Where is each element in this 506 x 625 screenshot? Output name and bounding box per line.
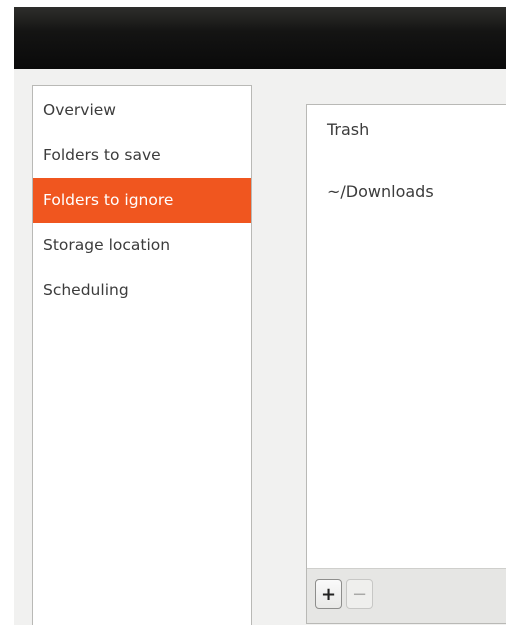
sidebar-item-overview[interactable]: Overview: [33, 88, 251, 133]
sidebar: Overview Folders to save Folders to igno…: [32, 85, 252, 625]
ignore-folder-list: Trash ~/Downloads: [307, 105, 506, 242]
list-item[interactable]: Trash: [307, 118, 506, 180]
list-item[interactable]: ~/Downloads: [307, 180, 506, 242]
sidebar-item-folders-to-ignore[interactable]: Folders to ignore: [33, 178, 251, 223]
title-bar[interactable]: [14, 7, 506, 69]
sidebar-list: Overview Folders to save Folders to igno…: [33, 86, 251, 313]
plus-icon: +: [320, 583, 337, 605]
remove-folder-button[interactable]: −: [346, 579, 373, 609]
add-folder-button[interactable]: +: [315, 579, 342, 609]
minus-icon: −: [351, 583, 368, 605]
preferences-window: Overview Folders to save Folders to igno…: [14, 7, 506, 625]
ignore-folder-panel: Trash ~/Downloads + −: [306, 104, 506, 624]
sidebar-item-scheduling[interactable]: Scheduling: [33, 268, 251, 313]
sidebar-item-storage-location[interactable]: Storage location: [33, 223, 251, 268]
list-toolbar: + −: [307, 568, 506, 623]
sidebar-item-folders-to-save[interactable]: Folders to save: [33, 133, 251, 178]
